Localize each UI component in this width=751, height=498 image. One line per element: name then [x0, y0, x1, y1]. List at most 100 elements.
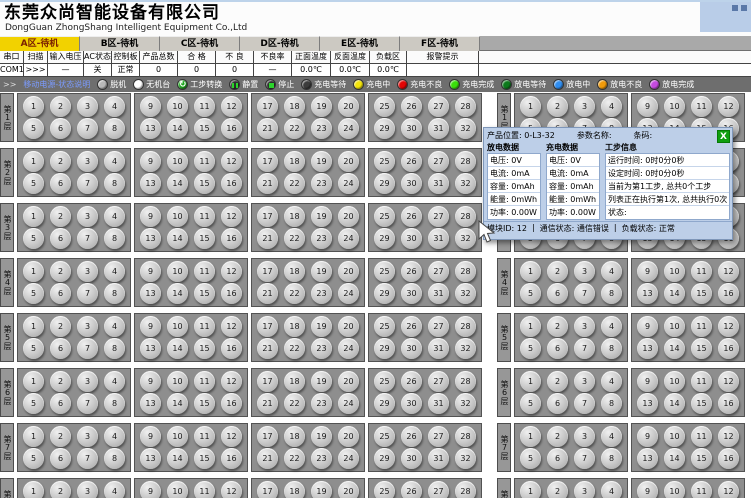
- slot-button-1[interactable]: 1: [23, 371, 44, 392]
- slot-button-6[interactable]: 6: [547, 338, 568, 359]
- slot-button-25[interactable]: 25: [374, 371, 395, 392]
- slot-button-3[interactable]: 3: [77, 206, 98, 227]
- slot-button-2[interactable]: 2: [50, 316, 71, 337]
- slot-button-1[interactable]: 1: [23, 426, 44, 447]
- slot-button-25[interactable]: 25: [374, 261, 395, 282]
- slot-button-28[interactable]: 28: [455, 96, 476, 117]
- slot-button-4[interactable]: 4: [104, 426, 125, 447]
- slot-button-21[interactable]: 21: [257, 173, 278, 194]
- slot-button-13[interactable]: 13: [140, 228, 161, 249]
- slot-button-4[interactable]: 4: [104, 481, 125, 498]
- slot-button-4[interactable]: 4: [104, 261, 125, 282]
- slot-button-7[interactable]: 7: [77, 118, 98, 139]
- slot-button-6[interactable]: 6: [547, 393, 568, 414]
- slot-button-3[interactable]: 3: [77, 316, 98, 337]
- slot-button-8[interactable]: 8: [104, 393, 125, 414]
- tab-zone-4[interactable]: E区-待机: [320, 36, 400, 51]
- slot-button-2[interactable]: 2: [50, 261, 71, 282]
- slot-button-7[interactable]: 7: [77, 173, 98, 194]
- slot-button-31[interactable]: 31: [428, 393, 449, 414]
- slot-button-21[interactable]: 21: [257, 448, 278, 469]
- slot-button-14[interactable]: 14: [664, 393, 685, 414]
- slot-button-10[interactable]: 10: [167, 151, 188, 172]
- slot-button-13[interactable]: 13: [637, 393, 658, 414]
- slot-button-11[interactable]: 11: [691, 426, 712, 447]
- slot-button-6[interactable]: 6: [50, 118, 71, 139]
- slot-button-19[interactable]: 19: [311, 96, 332, 117]
- slot-button-17[interactable]: 17: [257, 316, 278, 337]
- slot-button-22[interactable]: 22: [284, 283, 305, 304]
- slot-button-7[interactable]: 7: [574, 283, 595, 304]
- slot-button-21[interactable]: 21: [257, 283, 278, 304]
- slot-button-4[interactable]: 4: [601, 316, 622, 337]
- slot-button-8[interactable]: 8: [104, 338, 125, 359]
- slot-button-14[interactable]: 14: [167, 448, 188, 469]
- slot-button-32[interactable]: 32: [455, 118, 476, 139]
- slot-button-23[interactable]: 23: [311, 283, 332, 304]
- slot-button-5[interactable]: 5: [23, 118, 44, 139]
- slot-button-11[interactable]: 11: [691, 371, 712, 392]
- slot-button-6[interactable]: 6: [50, 338, 71, 359]
- slot-button-5[interactable]: 5: [520, 338, 541, 359]
- slot-button-31[interactable]: 31: [428, 448, 449, 469]
- slot-button-17[interactable]: 17: [257, 206, 278, 227]
- slot-button-31[interactable]: 31: [428, 118, 449, 139]
- slot-button-9[interactable]: 9: [637, 426, 658, 447]
- tab-zone-3[interactable]: D区-待机: [240, 36, 320, 51]
- slot-button-3[interactable]: 3: [77, 96, 98, 117]
- slot-button-3[interactable]: 3: [574, 426, 595, 447]
- slot-button-23[interactable]: 23: [311, 393, 332, 414]
- slot-button-5[interactable]: 5: [23, 283, 44, 304]
- slot-button-9[interactable]: 9: [140, 481, 161, 498]
- slot-button-20[interactable]: 20: [338, 316, 359, 337]
- slot-button-5[interactable]: 5: [520, 283, 541, 304]
- slot-button-10[interactable]: 10: [664, 481, 685, 498]
- slot-button-6[interactable]: 6: [547, 283, 568, 304]
- slot-button-12[interactable]: 12: [718, 426, 739, 447]
- slot-button-13[interactable]: 13: [140, 338, 161, 359]
- slot-button-7[interactable]: 7: [574, 393, 595, 414]
- slot-button-27[interactable]: 27: [428, 316, 449, 337]
- slot-button-26[interactable]: 26: [401, 151, 422, 172]
- slot-button-1[interactable]: 1: [520, 371, 541, 392]
- tab-zone-5[interactable]: F区-待机: [400, 36, 480, 51]
- slot-button-8[interactable]: 8: [104, 228, 125, 249]
- slot-button-5[interactable]: 5: [520, 448, 541, 469]
- slot-button-12[interactable]: 12: [221, 96, 242, 117]
- tab-zone-0[interactable]: A区-待机: [0, 36, 80, 51]
- slot-button-30[interactable]: 30: [401, 173, 422, 194]
- slot-button-29[interactable]: 29: [374, 173, 395, 194]
- slot-button-2[interactable]: 2: [50, 426, 71, 447]
- slot-button-27[interactable]: 27: [428, 481, 449, 498]
- slot-button-9[interactable]: 9: [140, 96, 161, 117]
- slot-button-5[interactable]: 5: [23, 338, 44, 359]
- slot-button-14[interactable]: 14: [167, 393, 188, 414]
- slot-button-6[interactable]: 6: [50, 448, 71, 469]
- slot-button-6[interactable]: 6: [50, 393, 71, 414]
- slot-button-4[interactable]: 4: [601, 426, 622, 447]
- slot-button-2[interactable]: 2: [547, 371, 568, 392]
- slot-button-20[interactable]: 20: [338, 206, 359, 227]
- slot-button-28[interactable]: 28: [455, 316, 476, 337]
- slot-button-1[interactable]: 1: [23, 316, 44, 337]
- slot-button-22[interactable]: 22: [284, 173, 305, 194]
- slot-button-1[interactable]: 1: [520, 481, 541, 498]
- slot-button-29[interactable]: 29: [374, 283, 395, 304]
- slot-button-25[interactable]: 25: [374, 206, 395, 227]
- slot-button-24[interactable]: 24: [338, 173, 359, 194]
- slot-button-27[interactable]: 27: [428, 371, 449, 392]
- slot-button-8[interactable]: 8: [601, 283, 622, 304]
- slot-button-11[interactable]: 11: [194, 426, 215, 447]
- slot-button-11[interactable]: 11: [691, 481, 712, 498]
- slot-button-19[interactable]: 19: [311, 426, 332, 447]
- slot-button-7[interactable]: 7: [77, 228, 98, 249]
- slot-button-15[interactable]: 15: [194, 228, 215, 249]
- slot-button-23[interactable]: 23: [311, 338, 332, 359]
- slot-button-17[interactable]: 17: [257, 371, 278, 392]
- slot-button-18[interactable]: 18: [284, 151, 305, 172]
- slot-button-32[interactable]: 32: [455, 448, 476, 469]
- slot-button-13[interactable]: 13: [637, 448, 658, 469]
- slot-button-31[interactable]: 31: [428, 338, 449, 359]
- slot-button-31[interactable]: 31: [428, 173, 449, 194]
- slot-button-18[interactable]: 18: [284, 261, 305, 282]
